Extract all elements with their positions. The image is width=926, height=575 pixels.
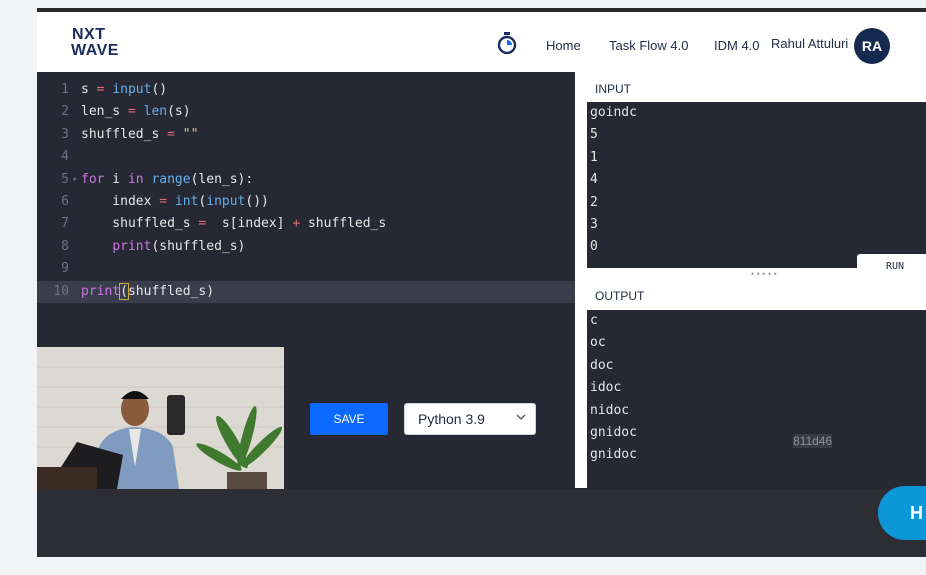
output-line: idoc [590, 380, 622, 396]
logo-line2: WAVE [71, 42, 119, 59]
line-number: 5 [61, 171, 69, 187]
header: NXT WAVE Home Task Flow 4.0 IDM 4.0 Rahu… [37, 12, 926, 72]
code-line[interactable]: 4 [37, 146, 575, 168]
save-button[interactable]: SAVE [310, 403, 388, 435]
nav-home[interactable]: Home [546, 38, 581, 53]
presenter-image [37, 347, 284, 489]
resize-handle[interactable]: • • • • • [751, 270, 781, 279]
chevron-down-icon [516, 414, 526, 420]
code-line[interactable]: 10 print(shuffled_s) [37, 280, 575, 303]
input-line: 1 [590, 149, 598, 165]
bottom-area [37, 489, 926, 557]
line-number: 9 [61, 261, 69, 277]
run-button[interactable]: RUN [857, 254, 926, 280]
output-line: nidoc [590, 402, 630, 418]
code-line[interactable]: 7 shuffled_s = s[index] + shuffled_s [37, 213, 575, 235]
code-line[interactable]: 3 shuffled_s = "" [37, 124, 575, 146]
user-name[interactable]: Rahul Attuluri [771, 36, 848, 51]
app-frame: NXT WAVE Home Task Flow 4.0 IDM 4.0 Rahu… [37, 8, 926, 557]
line-number: 10 [53, 283, 69, 299]
line-number: 2 [61, 104, 69, 120]
help-button[interactable]: H [878, 486, 926, 540]
code-line[interactable]: 5 ▾ for i in range(len_s): [37, 169, 575, 191]
nav-task-flow[interactable]: Task Flow 4.0 [609, 38, 688, 53]
line-number: 1 [61, 82, 69, 97]
output-box: 811d46 c oc doc idoc nidoc gnidoc gnidoc [587, 310, 926, 488]
output-title: OUTPUT [595, 289, 645, 303]
input-line: 4 [590, 172, 598, 188]
language-select[interactable]: Python 3.9 [404, 403, 536, 435]
code-text: for i in range(len_s): [81, 171, 254, 187]
output-line: gnidoc [590, 447, 637, 463]
code-line[interactable]: 6 index = int(input()) [37, 191, 575, 213]
line-number: 4 [61, 149, 69, 165]
language-value: Python 3.9 [418, 411, 485, 427]
io-panel: INPUT RUN goindc 5 1 4 2 3 0 • • • • • OUTPUT … [575, 72, 926, 488]
output-line: oc [590, 335, 606, 351]
nav-idm[interactable]: IDM 4.0 [714, 38, 760, 53]
watermark-text: 811d46 [793, 434, 833, 448]
code-text: print(shuffled_s) [81, 282, 215, 300]
code-text: len_s = len(s) [81, 104, 191, 120]
input-title: INPUT [595, 82, 631, 96]
line-number: 3 [61, 126, 69, 142]
code-line[interactable]: 9 [37, 258, 575, 280]
input-line: 3 [590, 217, 598, 232]
line-number: 8 [61, 238, 69, 254]
output-line: doc [590, 357, 614, 373]
code-text: shuffled_s = "" [81, 126, 199, 142]
fold-arrow-icon[interactable]: ▾ [72, 169, 77, 191]
input-line: 5 [590, 127, 598, 143]
code-text: shuffled_s = s[index] + shuffled_s [81, 216, 387, 232]
code-text: print(shuffled_s) [112, 238, 246, 254]
code-line[interactable]: 1 s = input() [37, 79, 575, 101]
input-line: 0 [590, 239, 598, 255]
input-line: 2 [590, 194, 598, 210]
code-line[interactable]: 8 print(shuffled_s) [37, 236, 575, 258]
stopwatch-icon[interactable] [497, 32, 517, 54]
line-number: 7 [61, 216, 69, 232]
input-line: goindc [590, 105, 637, 120]
input-box[interactable]: RUN goindc 5 1 4 2 3 0 [587, 102, 926, 280]
code-text: index = int(input()) [81, 194, 269, 209]
avatar[interactable]: RA [854, 28, 890, 64]
code-text: s = input() [81, 82, 168, 97]
webcam-video [37, 347, 284, 489]
code-line[interactable]: 2 len_s = len(s) [37, 101, 575, 123]
nxtwave-logo[interactable]: NXT WAVE [71, 26, 125, 59]
output-line: c [590, 313, 598, 328]
output-line: gnidoc [590, 425, 637, 440]
line-number: 6 [61, 194, 69, 209]
